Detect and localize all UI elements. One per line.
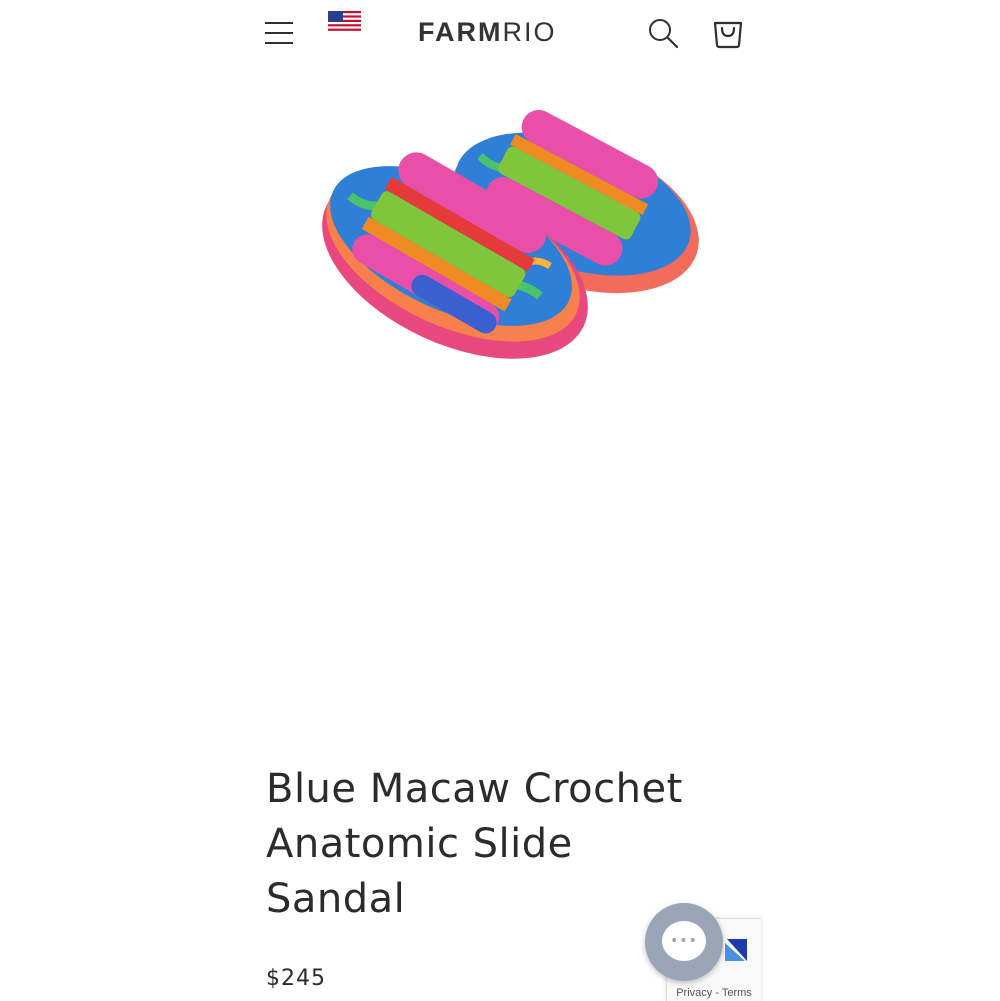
- brand-logo-light: RIO: [502, 17, 557, 47]
- brand-logo[interactable]: FARMRIO: [418, 17, 557, 51]
- product-title-line: Sandal: [266, 876, 406, 922]
- shopping-bag-icon[interactable]: [710, 14, 746, 50]
- product-title: Blue Macaw Crochet Anatomic Slide Sandal: [266, 762, 746, 927]
- search-icon[interactable]: [646, 16, 680, 50]
- product-title-line: Anatomic Slide: [266, 821, 573, 867]
- privacy-link[interactable]: Privacy: [676, 987, 712, 999]
- site-header: FARMRIO: [0, 0, 1000, 66]
- chat-bubble-icon: •••: [662, 921, 706, 961]
- product-price: $245: [266, 966, 326, 991]
- crochet-slide-sandals-image[interactable]: [290, 86, 710, 386]
- hamburger-menu-icon[interactable]: [262, 16, 296, 50]
- recaptcha-separator: -: [712, 987, 722, 999]
- chat-dots: •••: [670, 933, 698, 949]
- chat-button[interactable]: •••: [645, 903, 723, 981]
- recaptcha-links: Privacy - Terms: [667, 987, 761, 999]
- us-flag-icon[interactable]: [328, 11, 361, 33]
- terms-link[interactable]: Terms: [722, 987, 752, 999]
- product-title-line: Blue Macaw Crochet: [266, 766, 683, 812]
- brand-logo-bold: FARM: [418, 17, 503, 47]
